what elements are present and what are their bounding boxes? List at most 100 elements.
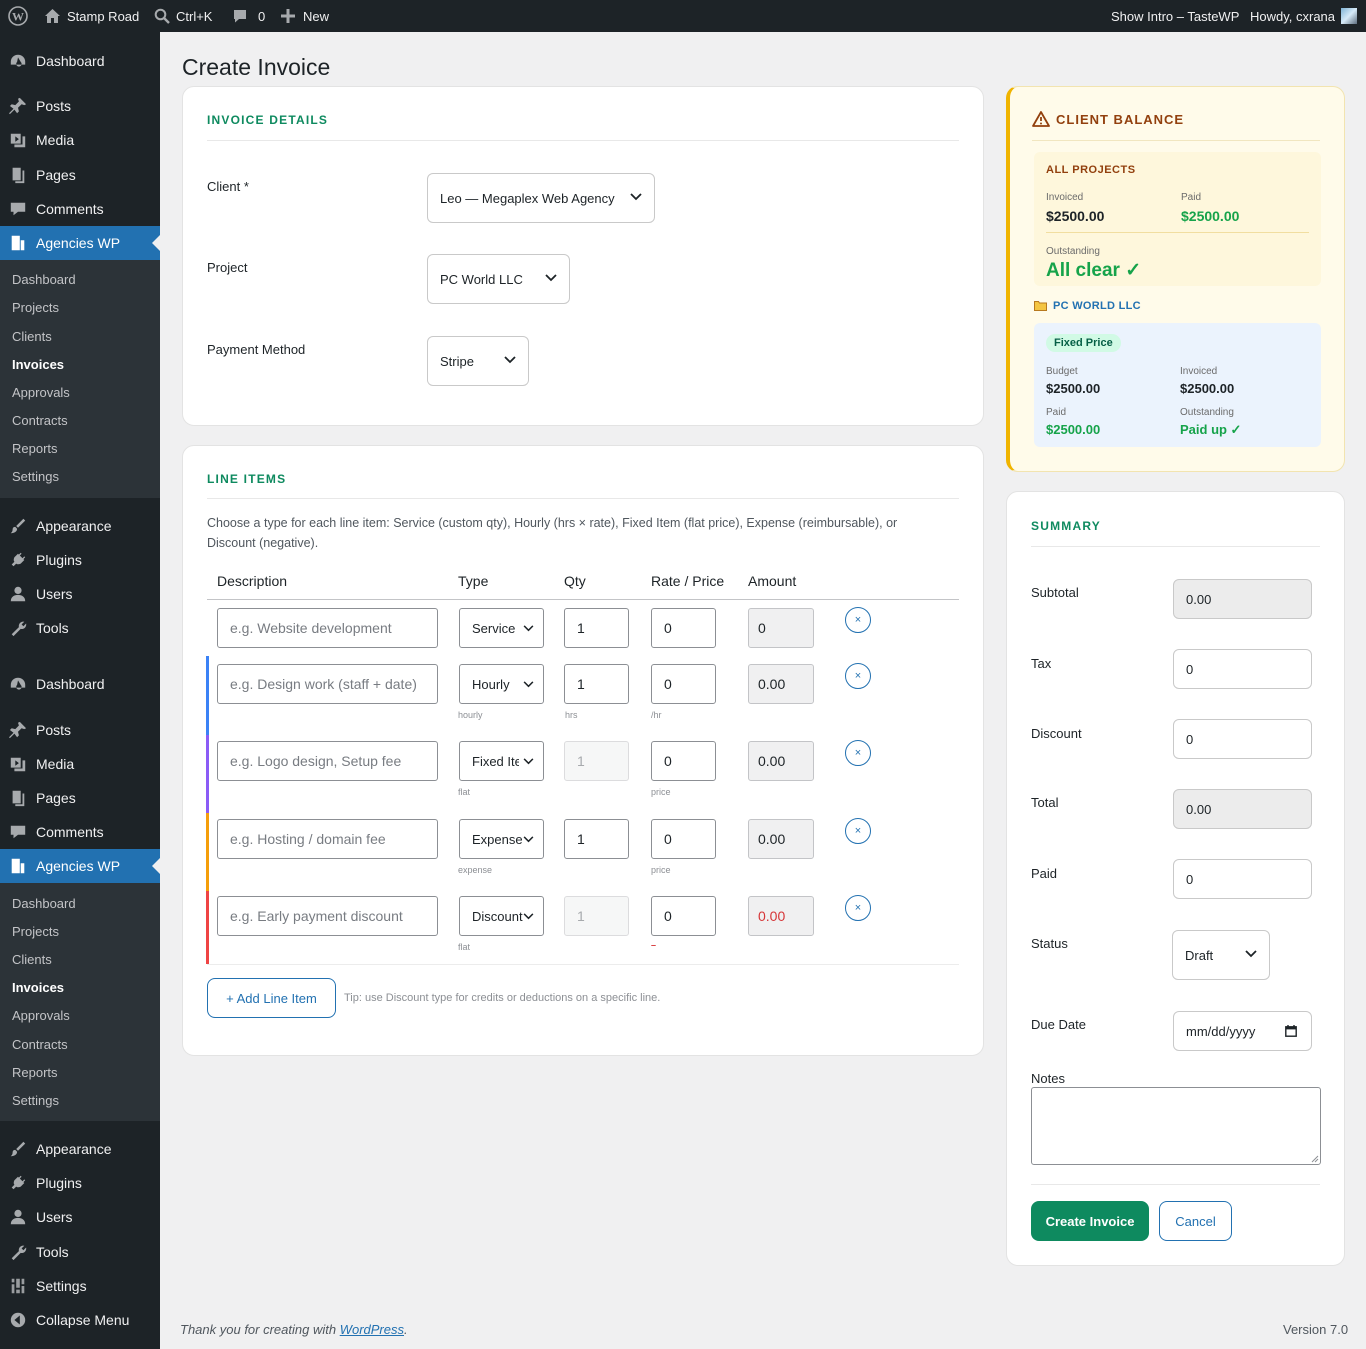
menu-tools[interactable]: Tools [0, 611, 160, 645]
menu-media[interactable]: Media [0, 747, 160, 781]
menu-label: Users [36, 1209, 73, 1225]
comments-link[interactable]: 0 [232, 0, 265, 32]
column-header-rate: Rate / Price [651, 573, 725, 589]
wordpress-link[interactable]: WordPress [340, 1322, 404, 1337]
chevron-down-icon [523, 758, 534, 765]
wrench-icon [0, 611, 36, 645]
cancel-button[interactable]: Cancel [1159, 1201, 1232, 1241]
divider [207, 498, 959, 499]
menu-label: Users [36, 586, 73, 602]
submenu-settings[interactable]: Settings [12, 1090, 59, 1112]
menu-media[interactable]: Media [0, 123, 160, 157]
search-shortcut: Ctrl+K [176, 8, 213, 24]
paid-label: Paid [1181, 192, 1202, 203]
add-line-item-button[interactable]: + Add Line Item [207, 978, 336, 1018]
qty-input[interactable]: 1 [564, 608, 629, 648]
description-input[interactable]: e.g. Logo design, Setup fee [217, 741, 438, 781]
rate-hint: price [651, 865, 671, 875]
project-select[interactable]: PC World LLC [427, 254, 570, 304]
description-input[interactable]: e.g. Website development [217, 608, 438, 648]
rate-input[interactable]: 0 [651, 819, 716, 859]
menu-agencies-wp[interactable]: Agencies WP [0, 226, 160, 260]
type-select[interactable]: Hourly [459, 664, 544, 704]
submenu-contracts[interactable]: Contracts [12, 1034, 68, 1056]
menu-pages[interactable]: Pages [0, 781, 160, 815]
menu-plugins[interactable]: Plugins [0, 543, 160, 577]
type-select[interactable]: Expense [459, 819, 544, 859]
calendar-icon[interactable] [1285, 1025, 1297, 1037]
menu-pages[interactable]: Pages [0, 158, 160, 192]
menu-comments[interactable]: Comments [0, 192, 160, 226]
remove-line-button[interactable]: × [845, 663, 871, 689]
rate-input[interactable]: 0 [651, 896, 716, 936]
menu-appearance[interactable]: Appearance [0, 509, 160, 543]
menu-comments[interactable]: Comments [0, 815, 160, 849]
payment-method-value: Stripe [440, 353, 474, 369]
menu-users[interactable]: Users [0, 577, 160, 611]
due-date-input[interactable]: mm/dd/yyyy [1173, 1011, 1312, 1051]
description-input[interactable]: e.g. Design work (staff + date) [217, 664, 438, 704]
menu-settings[interactable]: Settings [0, 1269, 160, 1303]
submenu-clients[interactable]: Clients [12, 326, 52, 348]
submenu-contracts[interactable]: Contracts [12, 410, 68, 432]
qty-input[interactable]: 1 [564, 664, 629, 704]
remove-line-button[interactable]: × [845, 895, 871, 921]
type-select[interactable]: Fixed Item [459, 741, 544, 781]
site-name-link[interactable]: Stamp Road [44, 0, 139, 32]
menu-appearance[interactable]: Appearance [0, 1132, 160, 1166]
my-account-link[interactable]: Howdy, cxrana [1250, 0, 1358, 32]
notes-textarea[interactable] [1031, 1087, 1321, 1165]
submenu-approvals[interactable]: Approvals [12, 1005, 70, 1027]
submenu-invoices[interactable]: Invoices [12, 354, 64, 376]
rate-input[interactable]: 0 [651, 741, 716, 781]
submenu-reports[interactable]: Reports [12, 1062, 58, 1084]
wordpress-logo-icon[interactable]: W [8, 0, 28, 32]
amount-field: 0.00 [748, 664, 814, 704]
payment-method-select[interactable]: Stripe [427, 336, 529, 386]
submenu-projects[interactable]: Projects [12, 921, 59, 943]
type-select[interactable]: Discount [459, 896, 544, 936]
submenu-reports[interactable]: Reports [12, 438, 58, 460]
show-intro-link[interactable]: Show Intro – TasteWP [1111, 0, 1239, 32]
submenu-projects[interactable]: Projects [12, 297, 59, 319]
rate-input[interactable]: 0 [651, 664, 716, 704]
menu-users[interactable]: Users [0, 1200, 160, 1234]
summary-heading: SUMMARY [1031, 519, 1101, 533]
status-select[interactable]: Draft [1172, 930, 1270, 980]
menu-posts[interactable]: Posts [0, 713, 160, 747]
submenu-dashboard[interactable]: Dashboard [12, 269, 76, 291]
command-search[interactable]: Ctrl+K [154, 0, 212, 32]
submenu-approvals[interactable]: Approvals [12, 382, 70, 404]
new-content-link[interactable]: New [281, 0, 329, 32]
paid-input[interactable]: 0 [1173, 859, 1312, 899]
description-input[interactable]: e.g. Hosting / domain fee [217, 819, 438, 859]
discount-row-accent [206, 891, 209, 964]
create-invoice-button[interactable]: Create Invoice [1031, 1201, 1149, 1241]
tax-input[interactable]: 0 [1173, 649, 1312, 689]
menu-dashboard[interactable]: Dashboard [0, 44, 160, 78]
discount-input[interactable]: 0 [1173, 719, 1312, 759]
chevron-down-icon [523, 913, 534, 920]
menu-dashboard[interactable]: Dashboard [0, 667, 160, 701]
type-select[interactable]: Service [459, 608, 544, 648]
description-input[interactable]: e.g. Early payment discount [217, 896, 438, 936]
resize-handle-icon[interactable] [1311, 1155, 1319, 1163]
submenu-settings[interactable]: Settings [12, 466, 59, 488]
collapse-menu-button[interactable]: Collapse Menu [0, 1303, 160, 1337]
remove-line-button[interactable]: × [845, 818, 871, 844]
show-intro-label: Show Intro – TasteWP [1111, 8, 1240, 24]
rate-input[interactable]: 0 [651, 608, 716, 648]
submenu-invoices[interactable]: Invoices [12, 977, 64, 999]
menu-plugins[interactable]: Plugins [0, 1166, 160, 1200]
outstanding-status: All clear ✓ [1046, 260, 1142, 281]
client-select[interactable]: Leo — Megaplex Web Agency [427, 173, 655, 223]
submenu-clients[interactable]: Clients [12, 949, 52, 971]
remove-line-button[interactable]: × [845, 740, 871, 766]
menu-posts[interactable]: Posts [0, 89, 160, 123]
remove-line-button[interactable]: × [845, 607, 871, 633]
menu-tools[interactable]: Tools [0, 1235, 160, 1269]
qty-input[interactable]: 1 [564, 819, 629, 859]
submenu-dashboard[interactable]: Dashboard [12, 893, 76, 915]
menu-agencies-wp[interactable]: Agencies WP [0, 849, 160, 883]
divider [207, 140, 959, 141]
